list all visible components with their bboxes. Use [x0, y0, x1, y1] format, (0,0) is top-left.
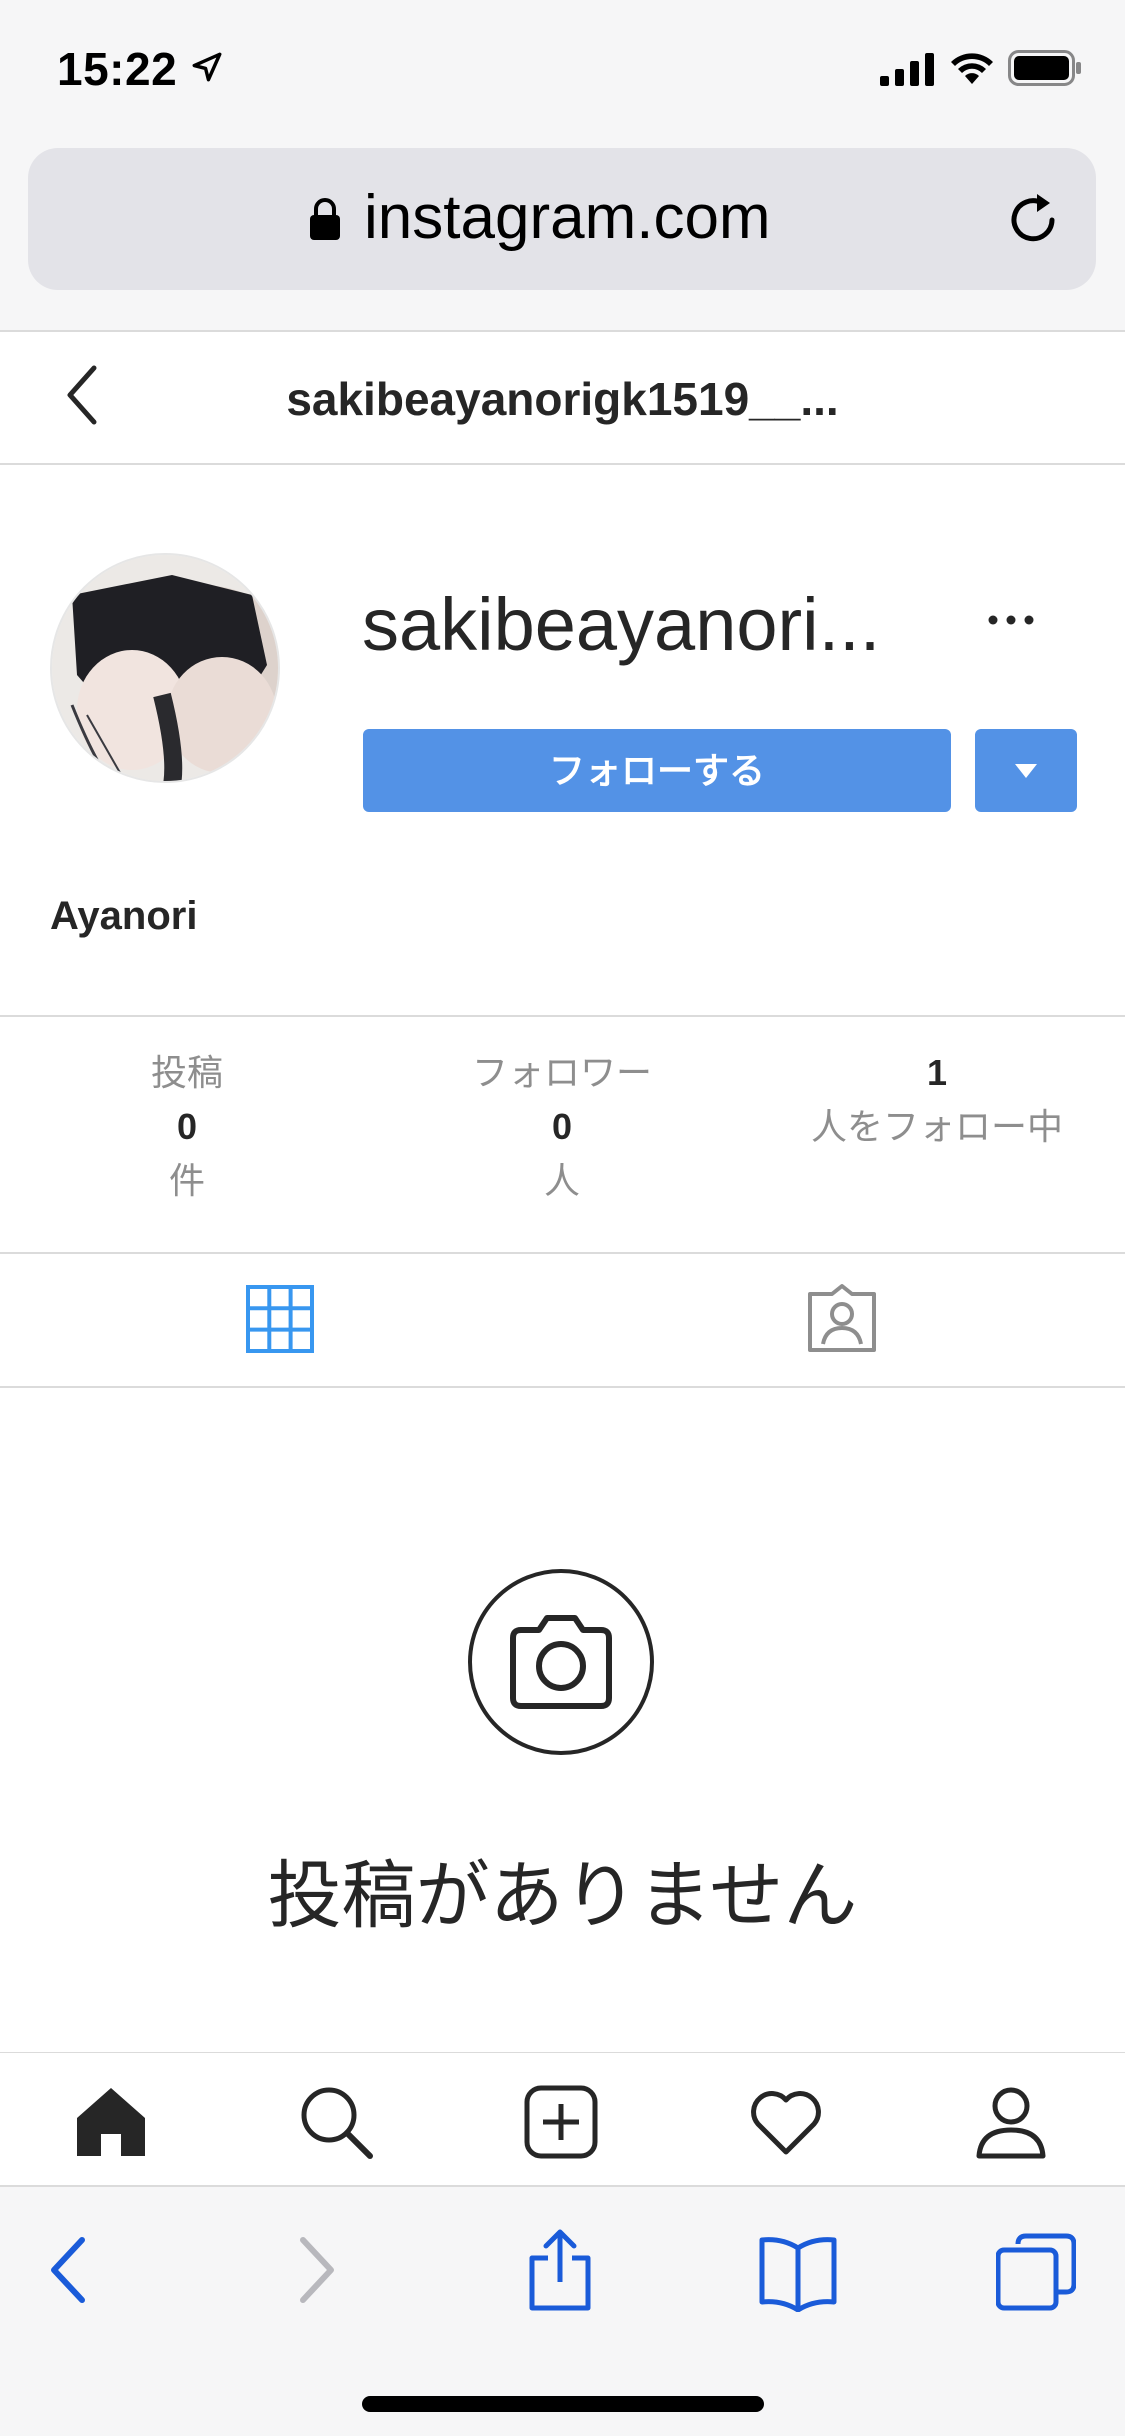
- bookmarks-icon[interactable]: [758, 2228, 838, 2312]
- divider: [0, 1252, 1125, 1254]
- stat-posts: 投稿 0 件: [7, 1046, 367, 1208]
- reload-icon[interactable]: [1004, 190, 1062, 248]
- activity-heart-icon[interactable]: [748, 2084, 824, 2160]
- cellular-signal-icon: [880, 53, 934, 86]
- follow-button[interactable]: フォローする: [363, 729, 951, 812]
- home-icon[interactable]: [73, 2084, 149, 2160]
- profile-username: sakibeayanori...: [362, 583, 881, 666]
- stat-posts-label: 投稿: [150, 1052, 223, 1093]
- profile-icon[interactable]: [973, 2084, 1049, 2160]
- stat-followers[interactable]: フォロワー 0 人: [382, 1046, 742, 1208]
- status-time: 15:22: [57, 43, 178, 95]
- page-title: sakibeayanorigk1519__...: [286, 373, 839, 425]
- divider: [0, 1386, 1125, 1388]
- lock-icon: [310, 198, 340, 240]
- camera-icon: [468, 1569, 654, 1755]
- search-icon[interactable]: [298, 2084, 374, 2160]
- new-post-icon[interactable]: [523, 2084, 599, 2160]
- battery-icon: [1008, 50, 1081, 86]
- status-bar: 15:22: [0, 0, 1125, 140]
- profile-full-name: Ayanori: [50, 894, 198, 938]
- forward-icon: [300, 2237, 334, 2303]
- stat-followers-label: フォロワー: [471, 1052, 652, 1093]
- tabs-icon[interactable]: [996, 2228, 1076, 2312]
- stat-following-label: 人をフォロー中: [810, 1106, 1063, 1147]
- avatar[interactable]: [50, 553, 280, 783]
- grid-view-icon[interactable]: [246, 1285, 314, 1353]
- divider: [0, 463, 1125, 465]
- no-posts-message: 投稿がありません: [267, 1854, 858, 1937]
- url-text[interactable]: instagram.com: [364, 182, 771, 253]
- avatar-photo: [52, 555, 278, 781]
- stat-followers-unit: 人: [543, 1160, 580, 1201]
- stat-posts-value: 0: [176, 1106, 198, 1147]
- location-arrow-icon: [192, 52, 222, 82]
- stat-following[interactable]: 1 人をフォロー中: [757, 1046, 1117, 1154]
- tagged-photos-icon[interactable]: [806, 1282, 878, 1354]
- more-options-icon[interactable]: [986, 600, 1036, 640]
- stat-followers-value: 0: [551, 1106, 573, 1147]
- divider: [0, 1015, 1125, 1017]
- stat-posts-unit: 件: [168, 1160, 205, 1201]
- stat-following-value: 1: [926, 1052, 948, 1093]
- home-indicator[interactable]: [362, 2396, 764, 2412]
- caret-down-icon: [1015, 764, 1037, 778]
- wifi-icon: [951, 53, 993, 84]
- share-icon[interactable]: [520, 2228, 600, 2312]
- back-icon[interactable]: [30, 2228, 110, 2312]
